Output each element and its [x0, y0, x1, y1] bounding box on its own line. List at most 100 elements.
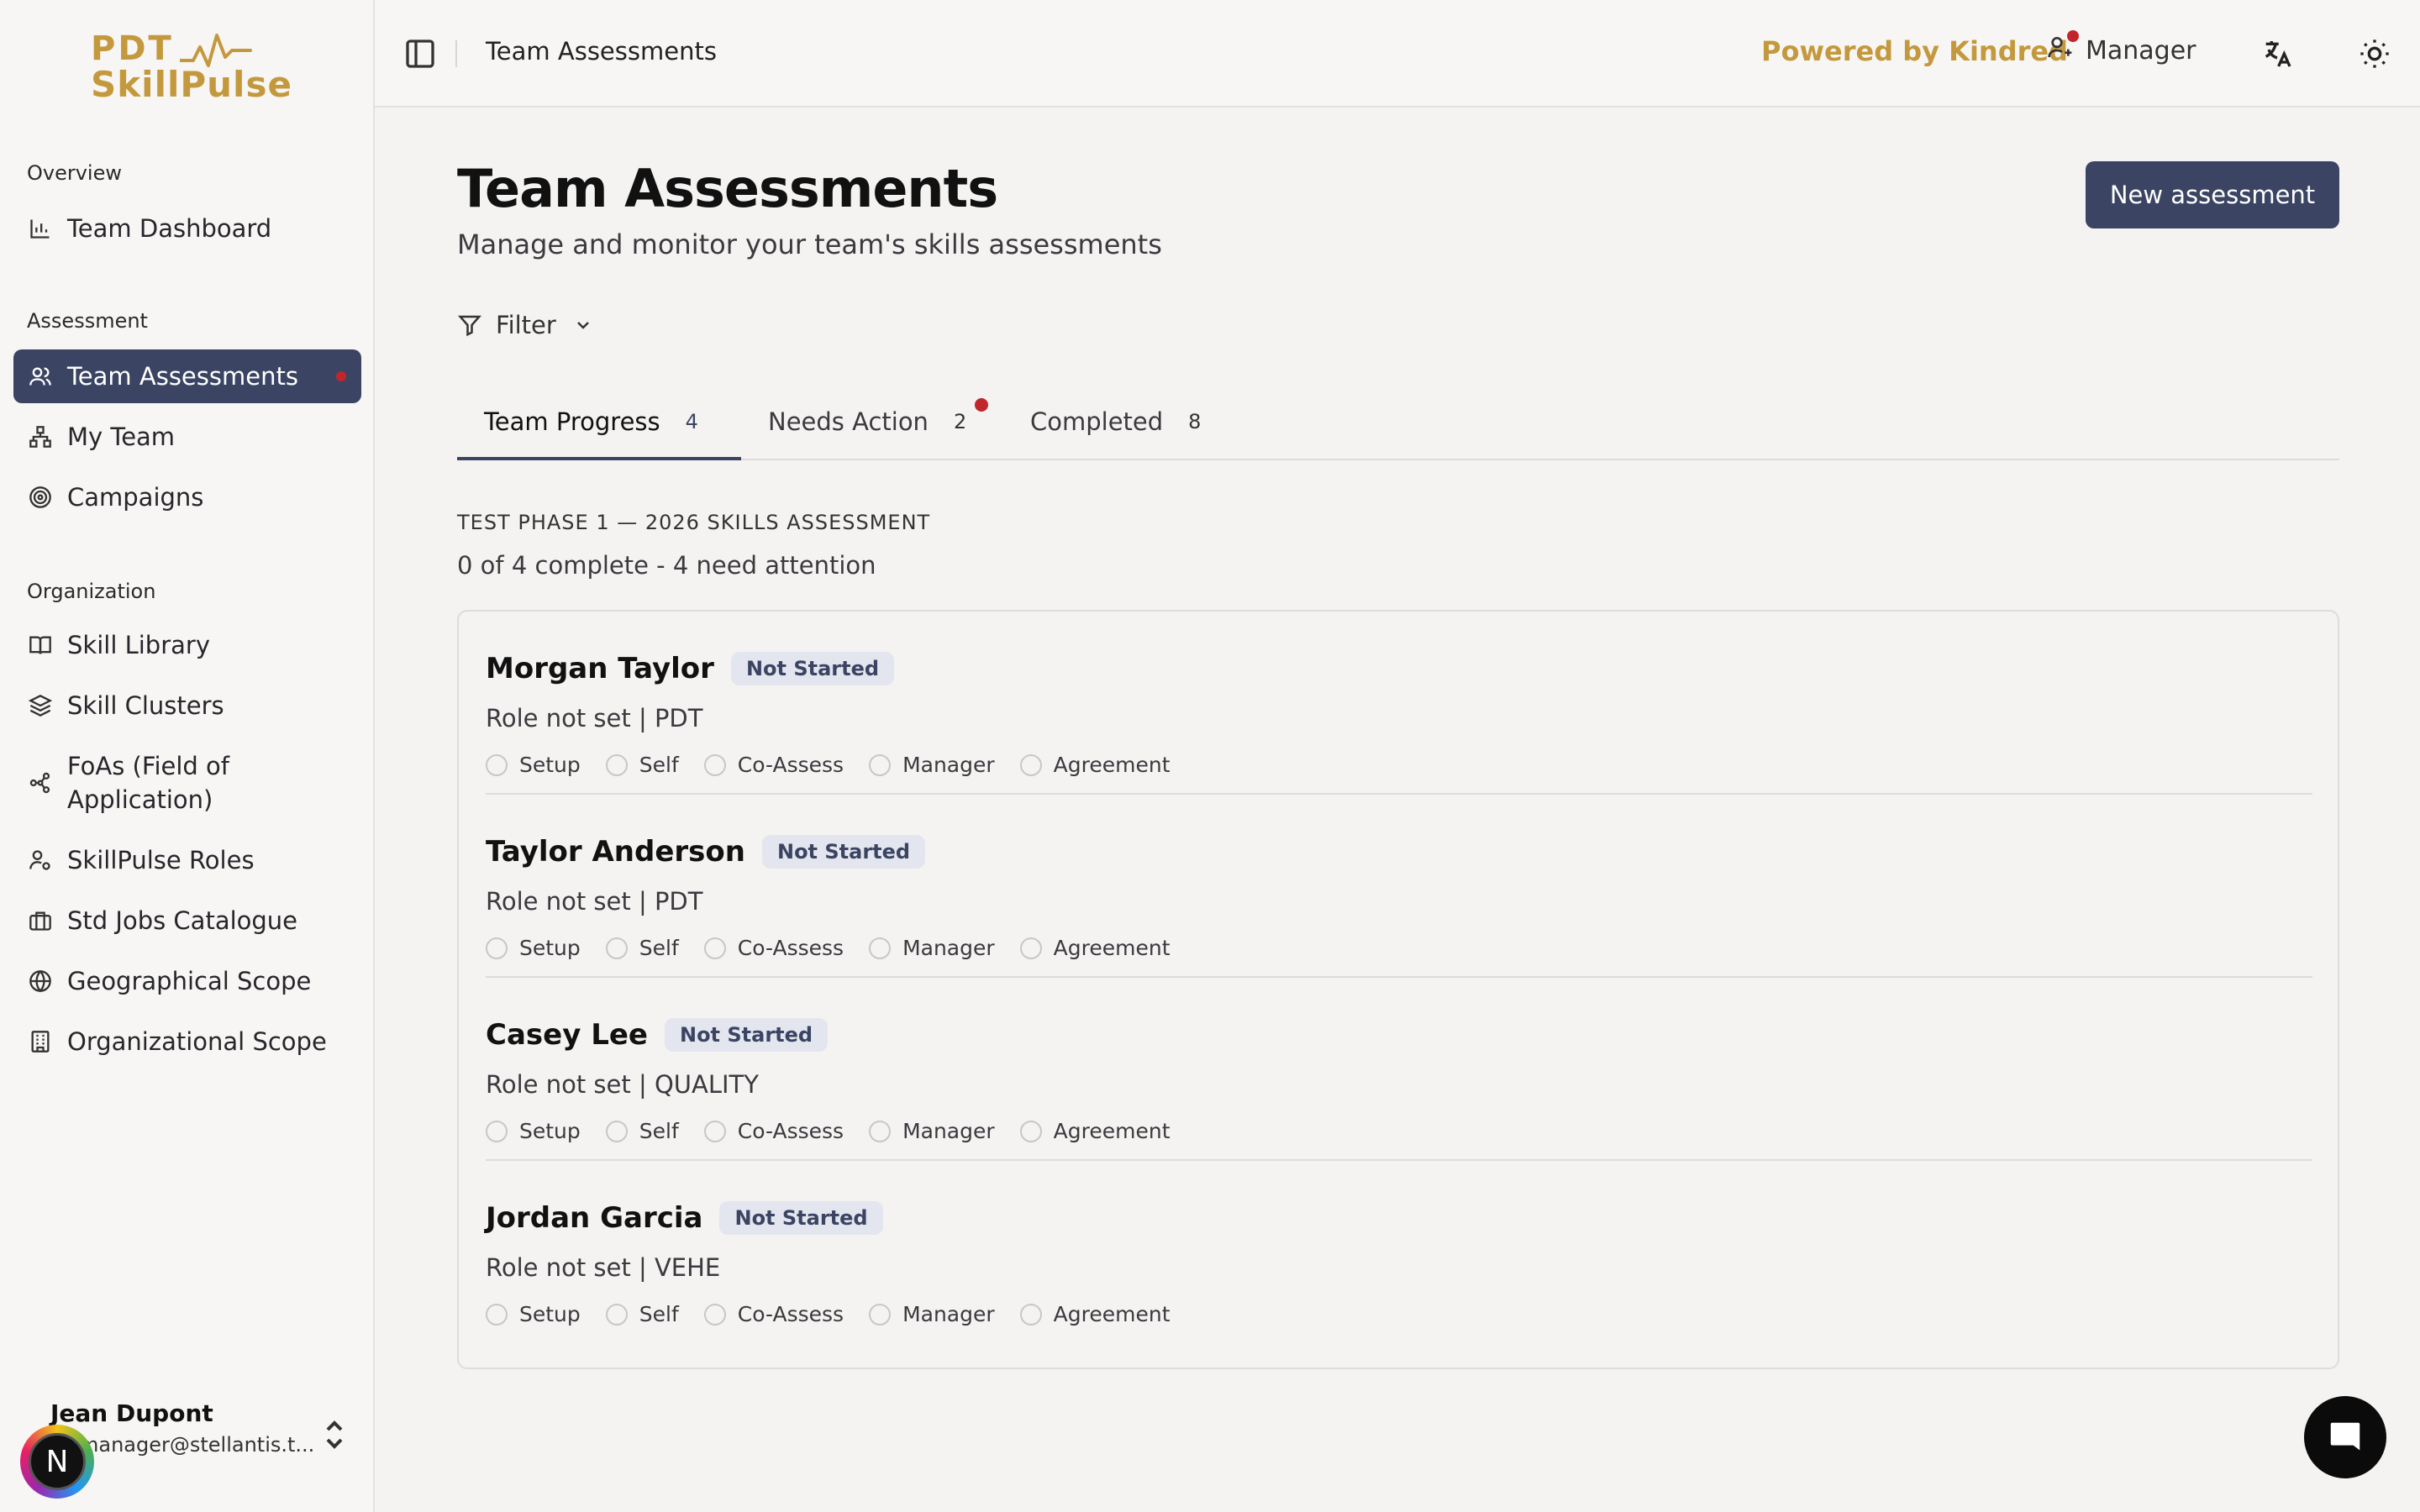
- progress-steps: Setup Self Co-Assess Manager Agreement: [486, 1119, 1196, 1143]
- step-label: Setup: [519, 936, 581, 960]
- step-circle: [1019, 937, 1042, 959]
- bar-chart-icon: [27, 215, 54, 242]
- filter-label: Filter: [496, 311, 556, 339]
- new-assessment-button[interactable]: New assessment: [2086, 161, 2339, 228]
- campaign-title: TEST PHASE 1 — 2026 SKILLS ASSESSMENT: [457, 511, 931, 534]
- sidebar-item-organizational-scope[interactable]: Organizational Scope: [13, 1015, 361, 1068]
- sidebar-item-foas[interactable]: FoAs (Field of Application): [13, 748, 361, 818]
- sidebar-item-skillpulse-roles[interactable]: SkillPulse Roles: [13, 833, 361, 887]
- list-item[interactable]: Jordan Garcia Not Started Role not set |…: [486, 1161, 2312, 1344]
- status-badge: Not Started: [719, 1201, 883, 1235]
- step-circle: [605, 753, 628, 776]
- tab-count: 8: [1188, 410, 1202, 433]
- notification-dot: [2067, 30, 2079, 42]
- chat-button[interactable]: [2304, 1396, 2386, 1478]
- step-setup: Setup: [486, 1119, 581, 1143]
- divider: [455, 40, 457, 67]
- step-circle: [869, 1120, 892, 1142]
- step-circle: [1019, 1303, 1042, 1326]
- sidebar-item-skill-library[interactable]: Skill Library: [13, 618, 361, 672]
- step-agreement: Agreement: [1019, 936, 1171, 960]
- step-circle: [869, 1303, 892, 1326]
- filter-dropdown[interactable]: Filter: [457, 311, 593, 339]
- user-name: Jean Dupont: [50, 1399, 213, 1427]
- chevron-up-down-icon[interactable]: [323, 1420, 346, 1450]
- page-subtitle: Manage and monitor your team's skills as…: [457, 228, 1162, 260]
- member-header: Casey Lee Not Started: [486, 1018, 829, 1052]
- member-name: Casey Lee: [486, 1018, 648, 1052]
- tab-team-progress[interactable]: Team Progress 4: [484, 383, 698, 460]
- sidebar-item-geographical-scope[interactable]: Geographical Scope: [13, 954, 361, 1008]
- step-circle: [869, 937, 892, 959]
- filter-icon: [457, 315, 482, 337]
- translate-icon[interactable]: [2260, 37, 2294, 71]
- sidebar-item-team-assessments[interactable]: Team Assessments: [13, 349, 361, 403]
- step-manager: Manager: [869, 753, 995, 777]
- globe-icon: [27, 968, 54, 995]
- member-role: Role not set | PDT: [486, 887, 703, 916]
- sidebar-item-skill-clusters[interactable]: Skill Clusters: [13, 679, 361, 732]
- tab-count: 2: [953, 410, 967, 433]
- list-item[interactable]: Taylor Anderson Not Started Role not set…: [486, 795, 2312, 978]
- sidebar-item-campaigns[interactable]: Campaigns: [13, 470, 361, 524]
- step-self: Self: [605, 936, 679, 960]
- list-item[interactable]: Casey Lee Not Started Role not set | QUA…: [486, 978, 2312, 1161]
- role-switcher[interactable]: Manager: [2047, 30, 2196, 67]
- step-self: Self: [605, 1302, 679, 1326]
- sidebar-toggle-icon[interactable]: [403, 37, 437, 71]
- step-agreement: Agreement: [1019, 1302, 1171, 1326]
- step-circle: [1019, 753, 1042, 776]
- sidebar-item-label: Team Dashboard: [67, 214, 272, 243]
- sidebar-item-label: FoAs (Field of Application): [67, 752, 229, 814]
- step-circle: [703, 937, 726, 959]
- user-menu[interactable]: Jean Dupont manager@stellantis.t... N: [20, 1394, 356, 1499]
- powered-by-link[interactable]: Powered by Kindred: [1761, 35, 2068, 67]
- layers-icon: [27, 692, 54, 719]
- step-circle: [605, 1303, 628, 1326]
- users-icon: [27, 363, 54, 390]
- list-item[interactable]: Morgan Taylor Not Started Role not set |…: [486, 612, 2312, 795]
- step-label: Agreement: [1053, 1119, 1171, 1143]
- step-label: Co-Assess: [737, 753, 844, 777]
- avatar[interactable]: N: [20, 1425, 94, 1499]
- building-icon: [27, 1028, 54, 1055]
- app-logo[interactable]: PDT SkillPulse: [91, 30, 292, 106]
- sidebar-item-team-dashboard[interactable]: Team Dashboard: [13, 202, 361, 255]
- sidebar-item-label: Campaigns: [67, 483, 204, 512]
- section-assessment: Assessment: [27, 309, 148, 333]
- role-label: Manager: [2086, 35, 2196, 66]
- step-circle: [703, 1120, 726, 1142]
- progress-steps: Setup Self Co-Assess Manager Agreement: [486, 753, 1196, 777]
- sidebar-item-std-jobs[interactable]: Std Jobs Catalogue: [13, 894, 361, 948]
- tab-needs-action[interactable]: Needs Action 2: [768, 383, 966, 460]
- step-agreement: Agreement: [1019, 753, 1171, 777]
- member-header: Taylor Anderson Not Started: [486, 835, 926, 869]
- tab-label: Needs Action: [768, 407, 929, 436]
- org-chart-icon: [27, 423, 54, 450]
- topbar: Team Assessments Powered by Kindred Mana…: [375, 0, 2420, 108]
- step-label: Manager: [902, 753, 995, 777]
- tab-count: 4: [685, 410, 698, 433]
- member-name: Taylor Anderson: [486, 835, 745, 869]
- step-co-assess: Co-Assess: [703, 1302, 844, 1326]
- sidebar-item-my-team[interactable]: My Team: [13, 410, 361, 464]
- step-manager: Manager: [869, 936, 995, 960]
- section-organization: Organization: [27, 580, 156, 603]
- step-label: Manager: [902, 1119, 995, 1143]
- tab-completed[interactable]: Completed 8: [1030, 383, 1201, 460]
- page-title: Team Assessments: [457, 158, 998, 219]
- campaign-summary: 0 of 4 complete - 4 need attention: [457, 551, 876, 580]
- sidebar-item-label: My Team: [67, 423, 176, 451]
- briefcase-icon: [27, 907, 54, 934]
- step-label: Agreement: [1053, 1302, 1171, 1326]
- sidebar: PDT SkillPulse Overview Team Dashboard A…: [0, 0, 375, 1512]
- step-label: Self: [639, 1119, 679, 1143]
- step-label: Manager: [902, 1302, 995, 1326]
- step-setup: Setup: [486, 936, 581, 960]
- step-co-assess: Co-Assess: [703, 753, 844, 777]
- member-header: Jordan Garcia Not Started: [486, 1201, 883, 1235]
- step-manager: Manager: [869, 1119, 995, 1143]
- sun-icon[interactable]: [2358, 37, 2391, 71]
- target-icon: [27, 484, 54, 511]
- status-badge: Not Started: [664, 1018, 829, 1052]
